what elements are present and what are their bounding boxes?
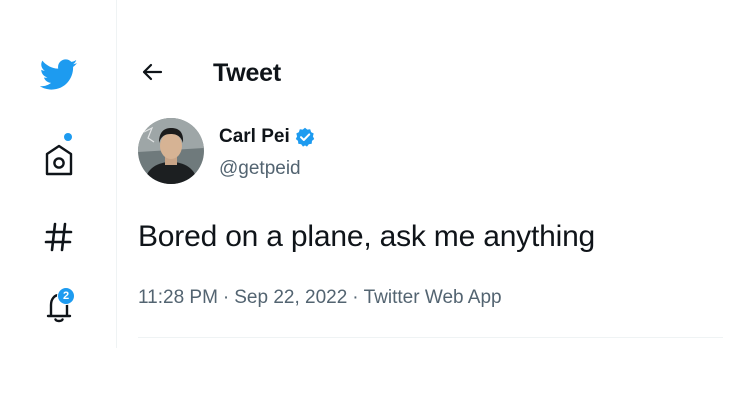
twitter-logo-icon <box>39 59 78 91</box>
tweet-date[interactable]: Sep 22, 2022 <box>234 287 347 309</box>
tweet-meta: 11:28 PM · Sep 22, 2022 · Twitter Web Ap… <box>138 287 502 309</box>
author-handle[interactable]: @getpeid <box>219 158 301 180</box>
home-unread-dot <box>64 133 72 141</box>
author-avatar[interactable] <box>138 118 204 184</box>
tweet-time[interactable]: 11:28 PM <box>138 287 218 309</box>
nav-explore[interactable] <box>0 212 117 262</box>
notification-count-badge: 2 <box>57 287 75 305</box>
tweet-detail: Tweet Carl Pei @getpeid Bored on a plane… <box>118 0 723 348</box>
page-title: Tweet <box>213 59 281 87</box>
tweet-source[interactable]: Twitter Web App <box>364 287 502 309</box>
tweet-text: Bored on a plane, ask me anything <box>138 220 596 253</box>
page-header: Tweet <box>118 48 723 98</box>
back-arrow-icon <box>141 63 163 86</box>
nav-home[interactable] <box>0 130 117 190</box>
back-button[interactable] <box>138 60 166 88</box>
author-name-text: Carl Pei <box>219 126 290 147</box>
meta-separator: · <box>222 287 230 308</box>
nav-notifications[interactable]: 2 <box>0 282 117 332</box>
verified-badge-icon <box>295 127 315 147</box>
home-icon <box>43 143 75 177</box>
twitter-logo-link[interactable] <box>0 50 117 100</box>
divider <box>138 337 723 338</box>
sidebar-nav: 2 <box>0 0 117 348</box>
hashtag-icon <box>44 221 74 253</box>
author-name[interactable]: Carl Pei <box>219 126 315 148</box>
meta-separator: · <box>352 287 359 308</box>
